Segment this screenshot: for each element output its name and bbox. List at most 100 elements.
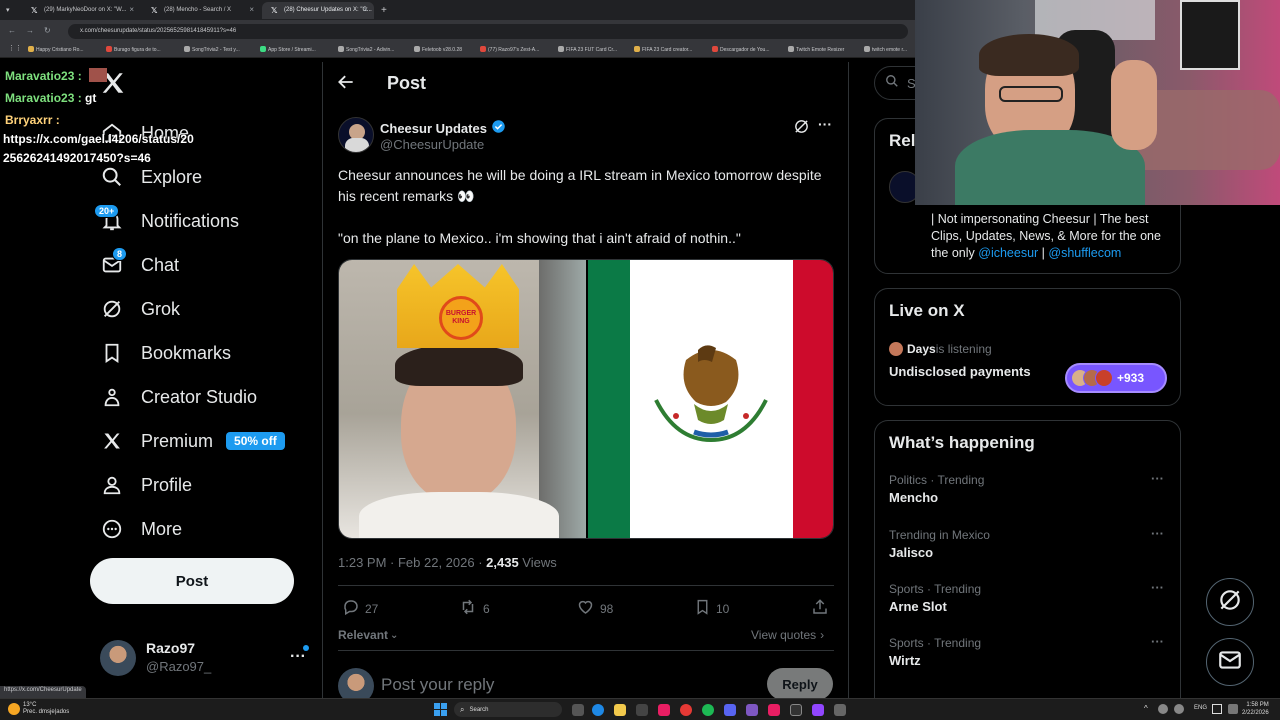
reply-button[interactable]: Reply <box>767 668 833 700</box>
nav-item-more[interactable]: More <box>100 512 182 546</box>
nav-item-chat[interactable]: 8 Chat <box>100 247 179 282</box>
task-view-icon[interactable] <box>572 704 584 716</box>
messages-float-button[interactable] <box>1206 638 1254 686</box>
browser-tab-3[interactable]: 𝕏 (28) Cheesur Updates on X: "C... × <box>262 2 374 19</box>
grok-icon[interactable] <box>793 118 810 140</box>
more-dots-icon[interactable]: ··· <box>1151 580 1164 595</box>
trend-item[interactable]: Sports · Trending Wirtz ··· <box>875 632 1180 686</box>
bookmark-item[interactable]: FIFA 23 FUT Card Cr... <box>558 46 617 53</box>
nav-item-bookmarks[interactable]: Bookmarks <box>100 336 231 370</box>
clock[interactable]: 1:58 PM 2/22/2026 <box>1242 701 1269 717</box>
trend-context: Sports · Trending <box>889 582 982 596</box>
grok-float-button[interactable] <box>1206 578 1254 626</box>
discord-icon[interactable] <box>724 704 736 716</box>
url-input[interactable]: x.com/cheesurupdate/status/2025652598141… <box>68 24 908 39</box>
selfie-photo[interactable]: BURGER KING <box>339 260 586 538</box>
bookmark-item[interactable]: Happy Cristiano Ro... <box>28 46 84 53</box>
twitch-icon[interactable] <box>812 704 824 716</box>
weather-widget[interactable]: 13°C Prec. dmsje|ados <box>8 702 69 716</box>
edge-icon[interactable] <box>592 704 604 716</box>
nav-item-creator-studio[interactable]: Creator Studio <box>100 380 257 414</box>
tray-icon[interactable] <box>1158 704 1168 714</box>
browser-tab-2[interactable]: 𝕏 (28) Mencho - Search / X × <box>142 2 260 19</box>
forward-icon[interactable]: → <box>26 26 34 35</box>
back-arrow-icon[interactable] <box>336 72 358 94</box>
taskbar-search[interactable]: ⌕ Search <box>454 702 562 717</box>
obs-icon[interactable] <box>790 704 802 716</box>
author-avatar[interactable] <box>338 117 374 153</box>
space-title[interactable]: Undisclosed payments <box>889 364 1031 379</box>
account-switcher[interactable]: Razo97 @Razo97_ ··· <box>100 638 312 678</box>
trend-item[interactable]: Trending in Mexico Jalisco ··· <box>875 524 1180 578</box>
bookmark-item[interactable]: Burago figura de to... <box>106 46 161 53</box>
share-icon[interactable] <box>811 598 829 621</box>
bookmark-label: FIFA 23 FUT Card Cr... <box>566 47 618 53</box>
bookmark-item[interactable]: Descargador de You... <box>712 46 769 53</box>
bookmark-action[interactable]: 10 <box>694 598 729 619</box>
close-icon[interactable]: × <box>249 5 254 14</box>
bookmark-item[interactable]: Twitch Emote Resizer <box>788 46 844 53</box>
bookmark-item[interactable]: SongTrivia2 - Test y... <box>184 46 240 53</box>
bookmark-item[interactable]: (77) Razo97's Zest-A... <box>480 46 539 53</box>
post-button[interactable]: Post <box>90 558 294 604</box>
author-handle[interactable]: @CheesurUpdate <box>380 137 484 152</box>
repost-action[interactable]: 6 <box>458 598 490 619</box>
network-icon[interactable] <box>1212 704 1222 714</box>
chat-username: Brryaxrr : <box>5 113 60 127</box>
reply-sort-dropdown[interactable]: Relevant ⌄ <box>338 628 398 642</box>
like-count: 98 <box>600 601 614 616</box>
browser-tab-1[interactable]: 𝕏 (29) MarkyNeoDoor on X: "W... × <box>22 2 140 19</box>
more-dots-icon[interactable]: ··· <box>290 648 306 666</box>
tab-list-button[interactable]: ▾ <box>2 2 16 19</box>
nav-item-profile[interactable]: Profile <box>100 468 192 502</box>
trend-item[interactable]: Sports · Trending Arne Slot ··· <box>875 578 1180 632</box>
live-host-row[interactable]: Days is listening <box>889 342 992 356</box>
spotify-icon[interactable] <box>702 704 714 716</box>
more-dots-icon[interactable]: ··· <box>818 116 832 132</box>
app-icon[interactable] <box>658 704 670 716</box>
close-icon[interactable]: × <box>363 5 368 14</box>
trend-item[interactable]: Politics · Trending Mencho ··· <box>875 469 1180 523</box>
tray-chevron-icon[interactable]: ^ <box>1144 704 1148 713</box>
nav-item-explore[interactable]: Explore <box>100 160 202 194</box>
bookmark-item[interactable]: twitch emote r... <box>864 46 907 53</box>
bookmark-item[interactable]: SongTrivia2 - Adivin... <box>338 46 394 53</box>
folder-icon[interactable] <box>614 704 626 716</box>
nav-item-grok[interactable]: Grok <box>100 292 180 326</box>
post-timestamp[interactable]: 1:23 PM · Feb 22, 2026 · <box>338 555 486 570</box>
like-action[interactable]: 98 <box>576 598 613 619</box>
listeners-pill[interactable]: +933 <box>1065 363 1167 393</box>
app-icon[interactable] <box>746 704 758 716</box>
author-name-row[interactable]: Cheesur Updates <box>380 119 506 137</box>
more-dots-icon[interactable]: ··· <box>1151 634 1164 649</box>
tray-icon[interactable] <box>1174 704 1184 714</box>
store-icon[interactable] <box>636 704 648 716</box>
mexico-flag-image[interactable] <box>588 260 833 538</box>
start-button[interactable] <box>434 703 447 716</box>
bookmark-item[interactable]: App Store / Streami... <box>260 46 316 53</box>
language-indicator[interactable]: ENG <box>1194 705 1207 711</box>
more-dots-icon[interactable]: ··· <box>1151 471 1164 486</box>
nav-item-notifications[interactable]: 20+ Notifications <box>94 204 239 238</box>
bio-link[interactable]: @icheesur <box>978 246 1038 260</box>
reload-icon[interactable]: ↻ <box>44 26 51 35</box>
repost-count: 6 <box>483 601 490 616</box>
reply-input[interactable]: Post your reply <box>381 675 494 695</box>
more-dots-icon[interactable]: ··· <box>1151 526 1164 541</box>
bookmark-item[interactable]: FIFA 23 Card creator... <box>634 46 692 53</box>
reply-action[interactable]: 27 <box>342 598 378 619</box>
nav-item-premium[interactable]: Premium 50% off <box>100 424 285 458</box>
view-quotes-link[interactable]: View quotes › <box>751 628 824 642</box>
volume-icon[interactable] <box>1228 704 1238 714</box>
post-media[interactable]: BURGER KING <box>338 259 834 539</box>
apps-icon[interactable]: ⋮⋮ <box>8 44 22 52</box>
back-icon[interactable]: ← <box>8 26 16 35</box>
chrome-icon[interactable] <box>680 704 692 716</box>
bio-link[interactable]: @shufflecom <box>1048 246 1121 260</box>
bookmark-item[interactable]: Feletoob v28.0.28 <box>414 46 462 53</box>
close-icon[interactable]: × <box>129 5 134 14</box>
new-tab-button[interactable]: + <box>378 2 392 19</box>
app-icon[interactable] <box>834 704 846 716</box>
chat-username: Maravatio23 : <box>5 69 82 83</box>
app-icon[interactable] <box>768 704 780 716</box>
